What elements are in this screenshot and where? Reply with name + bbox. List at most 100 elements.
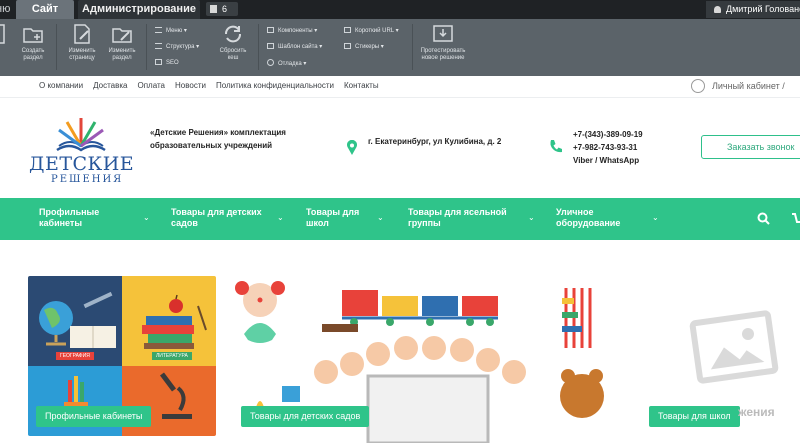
stickers-button[interactable]: Стикеры ▾ xyxy=(344,43,384,51)
debug-icon xyxy=(267,59,274,66)
toolbar-separator xyxy=(146,24,147,70)
page-edit-icon xyxy=(71,23,93,45)
catalog-menu: Профильные кабинеты ⌄ Товары для детских… xyxy=(0,198,800,240)
phone-secondary[interactable]: +7-982-743-93-31 xyxy=(573,141,683,154)
debug-button[interactable]: Отладка ▾ xyxy=(267,59,306,68)
download-screen-icon xyxy=(432,23,454,45)
short-url-label: Короткий URL xyxy=(355,28,394,34)
components-label: Компоненты xyxy=(278,28,313,34)
admin-partial-button[interactable] xyxy=(0,23,10,48)
chevron-down-icon: ⌄ xyxy=(143,213,150,222)
user-circle-icon xyxy=(691,79,705,93)
folder-add-icon xyxy=(22,23,44,45)
top-nav-link[interactable]: Контакты xyxy=(344,81,379,90)
top-nav-link[interactable]: О компании xyxy=(39,81,83,90)
menu-item-kindergarten[interactable]: Товары для детских садов xyxy=(171,207,271,229)
short-url-button[interactable]: Короткий URL ▾ xyxy=(344,27,399,35)
literature-tile: ЛИТЕРАТУРА xyxy=(122,276,216,366)
banner-profile-rooms[interactable]: ГЕОГРАФИЯ ЛИТЕРАТУРА Профильные кабинеты xyxy=(28,276,216,436)
sticker-icon xyxy=(344,43,351,49)
banner-kindergarten[interactable]: Товары для детских садов xyxy=(222,276,622,443)
reset-cache-button[interactable]: Сбросить кеш xyxy=(216,23,250,62)
banner-kindergarten-label[interactable]: Товары для детских садов xyxy=(241,406,370,427)
edit-page-button[interactable]: Изменить страницу xyxy=(64,23,100,62)
edit-section-label: Изменить раздел xyxy=(108,48,136,61)
phone-primary[interactable]: +7-(343)-389-09-19 xyxy=(573,128,683,141)
notification-count: 6 xyxy=(222,4,228,14)
menu-button[interactable]: Меню ▾ xyxy=(155,27,187,35)
admin-toolbar: Создать раздел Изменить страницу Изменит… xyxy=(0,19,800,76)
seo-button[interactable]: SEO xyxy=(155,59,179,67)
user-icon xyxy=(714,6,721,13)
admin-tab-administration[interactable]: Администрирование xyxy=(78,0,200,19)
search-icon[interactable] xyxy=(757,212,770,225)
reset-cache-label: Сбросить кеш xyxy=(219,48,247,61)
test-new-label: Протестировать новое решение xyxy=(420,48,466,61)
company-tagline: «Детские Решения» комплектация образоват… xyxy=(150,128,286,150)
site-template-button[interactable]: Шаблон сайта ▾ xyxy=(267,43,322,51)
geography-label: ГЕОГРАФИЯ xyxy=(56,352,94,360)
admin-user-name: Дмитрий Голованов xyxy=(726,4,800,14)
admin-user-button[interactable]: Дмитрий Голованов xyxy=(706,1,800,18)
address-text: г. Екатеринбург, ул Кулибина, д. 2 xyxy=(368,137,502,146)
menu-icon xyxy=(155,27,162,33)
link-icon xyxy=(344,27,351,33)
structure-label: Структура xyxy=(166,44,195,50)
menu-item-nursery[interactable]: Товары для ясельной группы xyxy=(408,207,524,229)
banner-profile-rooms-label[interactable]: Профильные кабинеты xyxy=(36,406,152,427)
cart-icon[interactable] xyxy=(792,212,800,225)
menu-item-schools[interactable]: Товары для школ xyxy=(306,207,370,229)
site-logo[interactable]: ДЕТСКИЕ РЕШЕНИЯ xyxy=(29,112,135,190)
chevron-down-icon: ⌄ xyxy=(377,213,384,222)
top-navigation: О компании Доставка Оплата Новости Политика … xyxy=(0,76,800,98)
phone-icon xyxy=(550,140,562,153)
menu-item-profile-rooms[interactable]: Профильные кабинеты xyxy=(39,207,129,229)
banner-schools-label[interactable]: Товары для школ xyxy=(649,406,740,427)
chevron-down-icon: ⌄ xyxy=(277,213,284,222)
personal-cabinet-link[interactable]: Личный кабинет / xyxy=(691,79,785,93)
edit-page-label: Изменить страницу xyxy=(68,48,96,61)
order-call-button[interactable]: Заказать звонок xyxy=(701,135,800,159)
refresh-icon xyxy=(222,23,244,45)
admin-tab-site[interactable]: Сайт xyxy=(16,0,74,19)
toolbar-separator xyxy=(258,24,259,70)
geography-tile: ГЕОГРАФИЯ xyxy=(28,276,122,366)
literature-label: ЛИТЕРАТУРА xyxy=(152,352,192,360)
create-section-button[interactable]: Создать раздел xyxy=(16,23,50,62)
menu-item-outdoor[interactable]: Уличное оборудование xyxy=(556,207,646,229)
admin-tab-menu[interactable]: ню xyxy=(0,0,10,19)
page-root: ню Сайт Администрирование 6 Дмитрий Голо… xyxy=(0,0,800,443)
phone-messengers: Viber / WhatsApp xyxy=(573,156,640,165)
components-button[interactable]: Компоненты ▾ xyxy=(267,27,317,35)
personal-cabinet-label: Личный кабинет xyxy=(712,81,780,91)
doc-icon xyxy=(0,23,8,45)
structure-button[interactable]: Структура ▾ xyxy=(155,43,199,51)
top-nav-link[interactable]: Новости xyxy=(175,81,206,90)
create-section-label: Создать раздел xyxy=(21,48,45,61)
toolbar-separator xyxy=(56,24,57,70)
debug-label: Отладка xyxy=(278,61,302,67)
stickers-label: Стикеры xyxy=(355,44,380,50)
image-placeholder-icon xyxy=(689,310,779,384)
menu-label: Меню xyxy=(166,28,183,34)
notification-icon xyxy=(210,5,217,13)
top-nav-link[interactable]: Оплата xyxy=(137,81,165,90)
chevron-down-icon: ⌄ xyxy=(528,213,535,222)
notifications-button[interactable]: 6 xyxy=(206,2,238,16)
logo-word-primary: ДЕТСКИЕ xyxy=(29,153,135,175)
edit-section-button[interactable]: Изменить раздел xyxy=(104,23,140,62)
test-new-solution-button[interactable]: Протестировать новое решение xyxy=(418,23,468,62)
site-template-label: Шаблон сайта xyxy=(278,44,318,50)
chart-icon xyxy=(155,59,162,65)
site-header: ДЕТСКИЕ РЕШЕНИЯ «Детские Решения» компле… xyxy=(0,98,800,198)
toolbar-separator xyxy=(412,24,413,70)
folder-edit-icon xyxy=(111,23,133,45)
image-placeholder-text: жения xyxy=(738,405,775,419)
top-nav-link[interactable]: Политика конфиденциальности xyxy=(216,81,334,90)
components-icon xyxy=(267,27,274,33)
structure-icon xyxy=(155,43,162,49)
top-nav-links: О компании Доставка Оплата Новости Политика … xyxy=(39,81,389,90)
template-icon xyxy=(267,43,274,49)
book-logo-icon xyxy=(56,118,106,152)
top-nav-link[interactable]: Доставка xyxy=(93,81,127,90)
